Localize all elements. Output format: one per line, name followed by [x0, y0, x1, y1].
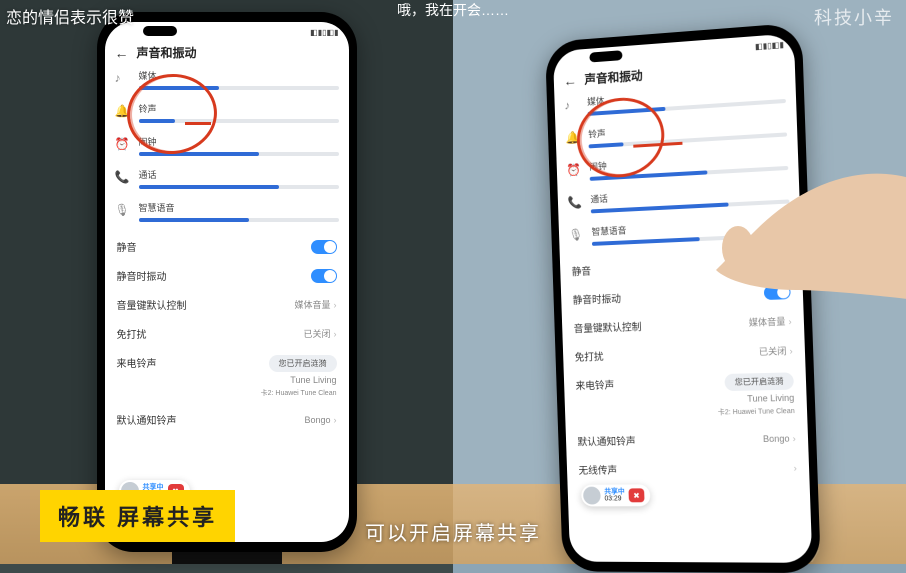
row-wireless[interactable]: 无线传声 › [566, 453, 809, 484]
chevron-icon: › [334, 300, 337, 310]
row-volkey[interactable]: 音量键默认控制 媒体音量 › [105, 290, 349, 319]
status-bar: ◧▮▯◧▮ [105, 22, 349, 40]
ringtone-value2: 卡2: Huawei Tune Clean [261, 388, 337, 398]
phone-screen-left: ◧▮▯◧▮ ← 声音和振动 ♪ 媒体 🔔 铃声 ⏰ 闹钟 📞 [105, 22, 349, 542]
label-notif: 默认通知铃声 [577, 433, 636, 449]
caption-top-left: 恋的情侣表示很赞 [0, 0, 140, 32]
row-notif[interactable]: 默认通知铃声 Bongo› [565, 423, 808, 455]
settings-header: ← 声音和振动 [105, 40, 349, 67]
ringtone-bubble: 您已开启涟漪 [724, 372, 794, 391]
slider-label-call: 通话 [139, 168, 339, 181]
row-ringtone[interactable]: 来电铃声 您已开启涟漪 Tune Living 卡2: Huawei Tune … [105, 348, 349, 405]
voice-icon: 🎙 [115, 203, 130, 217]
caption-top-mid: 哦，我在开会…… [397, 0, 509, 20]
right-pane: ◧▮▯◧▮ ← 声音和振动 ♪ 媒体 🔔 铃声 ⏰ 闹钟 📞 [453, 0, 906, 564]
label-volkey: 音量键默认控制 [573, 318, 641, 335]
slider-label-voice: 智慧语音 [139, 201, 339, 214]
label-vibrate: 静音时振动 [572, 290, 621, 307]
chevron-icon: › [793, 462, 796, 472]
chevron-icon: › [792, 433, 795, 443]
toggle-vibrate[interactable] [763, 284, 790, 299]
share-time: 03:29 [604, 495, 625, 502]
subtitle: 可以开启屏幕共享 [365, 517, 541, 546]
label-mute: 静音 [571, 263, 591, 279]
ringtone-bubble: 您已开启涟漪 [269, 355, 337, 372]
label-vibrate: 静音时振动 [117, 268, 167, 283]
chevron-icon: › [789, 345, 792, 355]
label-mute: 静音 [117, 239, 137, 254]
ringtone-value1: Tune Living [747, 393, 794, 404]
avatar [582, 487, 600, 505]
slider-voice[interactable] [139, 218, 339, 222]
value-volkey: 媒体音量 [748, 315, 785, 329]
call-icon: 📞 [115, 170, 130, 184]
feature-badge: 畅联 屏幕共享 [40, 490, 235, 542]
row-dnd[interactable]: 免打扰 已关闭 › [105, 319, 349, 348]
media-icon: ♪ [115, 71, 121, 85]
chevron-icon: › [334, 329, 337, 339]
chevron-icon: › [788, 316, 791, 326]
value-dnd: 已关闭 [758, 344, 786, 358]
row-ringtone[interactable]: 来电铃声 您已开启涟漪 Tune Living 卡2: Huawei Tune … [563, 365, 807, 427]
alarm-icon: ⏰ [115, 137, 130, 151]
media-icon: ♪ [564, 98, 570, 112]
row-mute[interactable]: 静音 [105, 232, 349, 261]
voice-icon: 🎙 [568, 228, 583, 242]
value-dnd: 已关闭 [303, 327, 330, 340]
toggle-mute[interactable] [762, 255, 789, 270]
label-ringtone: 来电铃声 [117, 355, 157, 370]
toggle-mute[interactable] [311, 240, 337, 254]
screen-share-pill[interactable]: 共享中 03:29 ✖ [580, 484, 650, 506]
label-wireless: 无线传声 [578, 462, 617, 477]
toggle-vibrate[interactable] [311, 269, 337, 283]
camera-cutout [589, 50, 622, 62]
back-icon[interactable]: ← [115, 45, 129, 61]
phone-left: ◧▮▯◧▮ ← 声音和振动 ♪ 媒体 🔔 铃声 ⏰ 闹钟 📞 [97, 12, 357, 552]
ringtone-value2: 卡2: Huawei Tune Clean [717, 406, 794, 417]
label-dnd: 免打扰 [574, 348, 603, 364]
phone-screen-right: ◧▮▯◧▮ ← 声音和振动 ♪ 媒体 🔔 铃声 ⏰ 闹钟 📞 [552, 33, 812, 563]
page-title: 声音和振动 [584, 67, 643, 88]
phone-right: ◧▮▯◧▮ ← 声音和振动 ♪ 媒体 🔔 铃声 ⏰ 闹钟 📞 [544, 22, 820, 573]
ringtone-value1: Tune Living [290, 375, 336, 385]
value-volkey: 媒体音量 [294, 298, 330, 311]
label-ringtone: 来电铃声 [575, 377, 614, 393]
row-notif[interactable]: 默认通知铃声 Bongo › [105, 405, 349, 434]
alarm-icon: ⏰ [566, 163, 581, 178]
page-title: 声音和振动 [137, 44, 197, 61]
value-notif: Bongo [762, 433, 789, 444]
label-volkey: 音量键默认控制 [117, 297, 187, 312]
back-icon[interactable]: ← [563, 72, 577, 89]
label-dnd: 免打扰 [117, 326, 147, 341]
slider-call[interactable] [139, 185, 339, 189]
row-vibrate[interactable]: 静音时振动 [105, 261, 349, 290]
camera-cutout [143, 26, 177, 36]
chevron-icon: › [334, 415, 337, 425]
value-notif: Bongo [304, 415, 330, 425]
end-share-icon[interactable]: ✖ [628, 488, 644, 502]
left-pane: ◧▮▯◧▮ ← 声音和振动 ♪ 媒体 🔔 铃声 ⏰ 闹钟 📞 [0, 0, 453, 564]
call-icon: 📞 [567, 195, 582, 209]
watermark: 科技小辛 [814, 4, 894, 30]
label-notif: 默认通知铃声 [117, 412, 177, 427]
annotation-mark [185, 122, 211, 125]
